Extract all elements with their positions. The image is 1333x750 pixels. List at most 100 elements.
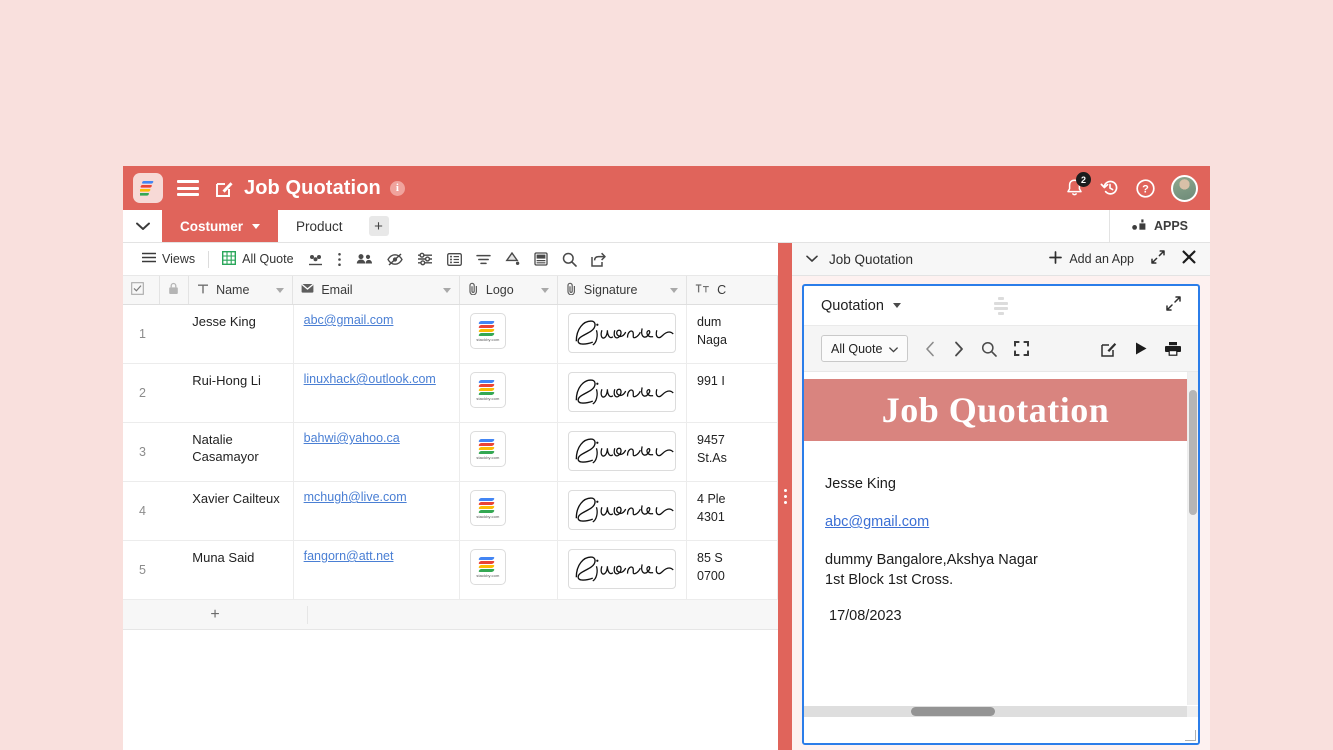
cell-signature[interactable]: [558, 541, 688, 599]
current-view-button[interactable]: All Quote: [215, 247, 300, 271]
edit-title-icon[interactable]: [215, 179, 234, 198]
cell-email[interactable]: fangorn@att.net: [294, 541, 460, 599]
chevron-down-icon[interactable]: [123, 210, 162, 242]
table-row[interactable]: 4 Xavier Cailteux mchugh@live.com stackb…: [123, 482, 778, 541]
column-header-name[interactable]: Name: [189, 276, 294, 304]
add-row-plus-icon[interactable]: +: [123, 605, 308, 624]
table-row[interactable]: 2 Rui-Hong Li linuxhack@outlook.com stac…: [123, 364, 778, 423]
edit-square-icon[interactable]: [1101, 341, 1117, 357]
cell-name[interactable]: Muna Said: [190, 541, 294, 599]
cell-signature[interactable]: [558, 423, 688, 481]
chevron-down-icon[interactable]: [892, 303, 901, 308]
more-vertical-icon[interactable]: [330, 247, 349, 271]
sort-icon[interactable]: [469, 247, 498, 271]
chevron-down-icon[interactable]: [276, 287, 285, 293]
card-layout-icon[interactable]: [527, 247, 555, 271]
color-fill-icon[interactable]: [498, 247, 527, 271]
email-link[interactable]: linuxhack@outlook.com: [304, 372, 436, 386]
cell-signature[interactable]: [558, 482, 688, 540]
cell-email[interactable]: abc@gmail.com: [294, 305, 460, 363]
column-header-signature[interactable]: Signature: [558, 276, 688, 304]
table-row[interactable]: 3 Natalie Casamayor bahwi@yahoo.ca stack…: [123, 423, 778, 482]
email-link[interactable]: bahwi@yahoo.ca: [304, 431, 400, 445]
cell-email[interactable]: mchugh@live.com: [294, 482, 460, 540]
collaborators-icon[interactable]: [349, 247, 380, 271]
user-avatar[interactable]: [1171, 174, 1198, 202]
table-row[interactable]: 5 Muna Said fangorn@att.net stackby.com: [123, 541, 778, 600]
lock-column-header[interactable]: [160, 276, 190, 304]
cell-name[interactable]: Rui-Hong Li: [190, 364, 294, 422]
filter-settings-icon[interactable]: [410, 247, 440, 271]
email-link[interactable]: mchugh@live.com: [304, 490, 407, 504]
cell-signature[interactable]: [558, 305, 688, 363]
views-button[interactable]: Views: [135, 247, 202, 271]
chevron-down-icon[interactable]: [442, 287, 451, 293]
expand-diagonal-icon[interactable]: [1151, 249, 1165, 269]
apps-button[interactable]: APPS: [1108, 210, 1210, 242]
help-icon[interactable]: ?: [1136, 178, 1155, 198]
drag-grip-icon[interactable]: [994, 296, 1008, 315]
expand-diagonal-icon[interactable]: [1166, 295, 1181, 316]
cell-address[interactable]: dum Naga: [687, 305, 778, 363]
cell-email[interactable]: bahwi@yahoo.ca: [294, 423, 460, 481]
cell-address[interactable]: 85 S 0700: [687, 541, 778, 599]
cell-address[interactable]: 991 I: [687, 364, 778, 422]
info-icon[interactable]: i: [389, 180, 405, 196]
notifications-bell-icon[interactable]: 2: [1065, 172, 1091, 198]
email-link[interactable]: abc@gmail.com: [304, 313, 394, 327]
cell-logo[interactable]: stackby.com: [460, 364, 558, 422]
chevron-down-icon[interactable]: [670, 287, 679, 293]
cell-name[interactable]: Jesse King: [190, 305, 294, 363]
search-icon[interactable]: [555, 247, 584, 271]
resize-handle[interactable]: [1185, 730, 1196, 741]
hide-fields-icon[interactable]: [380, 247, 410, 271]
cell-address[interactable]: 9457 St.As: [687, 423, 778, 481]
column-header-email[interactable]: Email: [293, 276, 460, 304]
chevron-down-icon[interactable]: [540, 287, 549, 293]
chevron-right-icon[interactable]: [953, 341, 964, 357]
print-icon[interactable]: [1165, 341, 1181, 356]
share-export-icon[interactable]: [584, 247, 613, 271]
cell-logo[interactable]: stackby.com: [460, 423, 558, 481]
hamburger-menu-icon[interactable]: [177, 180, 199, 196]
chevron-left-icon[interactable]: [925, 341, 936, 357]
select-all-header[interactable]: [123, 276, 161, 304]
horizontal-scrollbar-thumb[interactable]: [911, 706, 996, 716]
cell-logo[interactable]: stackby.com: [460, 305, 558, 363]
document-vertical-scrollbar[interactable]: [1187, 372, 1198, 705]
cell-email[interactable]: linuxhack@outlook.com: [294, 364, 460, 422]
document-email-link[interactable]: abc@gmail.com: [825, 514, 929, 530]
cell-signature[interactable]: [558, 364, 688, 422]
vertical-scrollbar-thumb[interactable]: [1189, 390, 1197, 515]
checkbox-icon[interactable]: [131, 282, 144, 298]
document-horizontal-scrollbar[interactable]: [804, 705, 1187, 717]
cell-logo[interactable]: stackby.com: [460, 482, 558, 540]
chevron-down-icon[interactable]: [806, 250, 818, 268]
stackby-logo-mark: [478, 556, 496, 572]
cell-name[interactable]: Natalie Casamayor: [190, 423, 294, 481]
search-icon[interactable]: [981, 341, 998, 357]
cell-logo[interactable]: stackby.com: [460, 541, 558, 599]
group-people-icon[interactable]: [301, 247, 330, 271]
add-table-button[interactable]: +: [368, 216, 389, 236]
cell-name[interactable]: Xavier Cailteux: [190, 482, 294, 540]
column-header-logo[interactable]: Logo: [460, 276, 558, 304]
app-card-footer: [804, 717, 1198, 743]
quote-select[interactable]: All Quote: [821, 335, 909, 362]
tab-product[interactable]: Product: [278, 210, 361, 242]
chevron-down-icon[interactable]: [252, 223, 261, 229]
history-icon[interactable]: [1100, 178, 1120, 198]
add-row-button[interactable]: +: [123, 600, 778, 630]
email-link[interactable]: fangorn@att.net: [304, 549, 394, 563]
cell-address[interactable]: 4 Ple 4301: [687, 482, 778, 540]
tab-costumer[interactable]: Costumer: [162, 210, 279, 242]
play-icon[interactable]: [1134, 341, 1148, 356]
pane-splitter[interactable]: [778, 243, 792, 750]
table-row[interactable]: 1 Jesse King abc@gmail.com stackby.com d…: [123, 305, 778, 364]
row-height-icon[interactable]: [440, 247, 469, 271]
fullscreen-icon[interactable]: [1014, 341, 1030, 356]
stackby-logo[interactable]: [133, 173, 163, 203]
close-icon[interactable]: [1182, 250, 1196, 269]
column-header-address[interactable]: C: [687, 276, 778, 304]
add-an-app-button[interactable]: Add an App: [1049, 251, 1134, 267]
